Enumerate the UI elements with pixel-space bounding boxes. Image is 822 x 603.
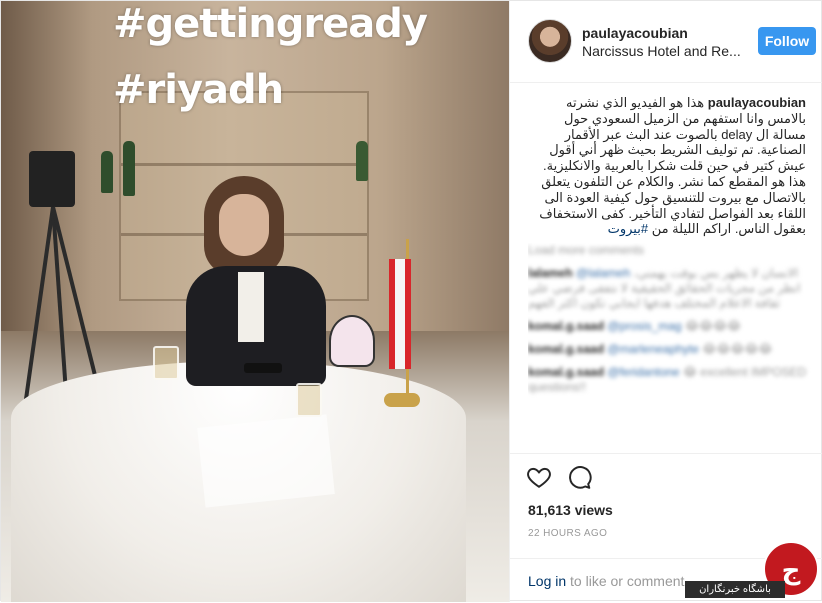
comment-mention[interactable]: @feridantone	[607, 365, 679, 379]
decor-vase	[123, 141, 135, 196]
comments-list: Load more comments lalameh @lalameh الان…	[528, 243, 814, 443]
login-prompt: Log in to like or comment.	[528, 573, 688, 589]
comment-user[interactable]: lalameh	[528, 266, 573, 280]
list-item: komal.g.saad @marleneaphyte 😂😂😂😂😂	[528, 342, 814, 357]
water-glass	[296, 383, 322, 417]
comment-mention[interactable]: @prosis_mag	[607, 319, 681, 333]
post-media[interactable]: #gettingready #riyadh	[1, 1, 509, 602]
story-hashtag-riyadh: #riyadh	[113, 67, 284, 113]
list-item: komal.g.saad @prosis_mag 😂😂😂😂	[528, 319, 814, 334]
avatar[interactable]	[528, 19, 572, 63]
decor-vase	[356, 141, 368, 181]
heart-icon[interactable]	[526, 464, 552, 490]
view-count[interactable]: 81,613 views	[528, 502, 613, 518]
header-location[interactable]: Narcissus Hotel and Re...	[582, 43, 742, 59]
header-username[interactable]: paulayacoubian	[582, 25, 688, 41]
comment-text: 😂😂😂😂	[684, 319, 742, 333]
presenter-figure	[186, 176, 326, 386]
post-header: paulayacoubian Narcissus Hotel and Re...…	[510, 1, 822, 83]
decor-vase	[101, 151, 113, 193]
post-timestamp[interactable]: 22 HOURS AGO	[528, 528, 607, 539]
water-glass	[153, 346, 179, 380]
list-item: komal.g.saad @feridantone 😂 excellent IM…	[528, 365, 814, 395]
post-frame: #gettingready #riyadh paulayacoubian Nar…	[0, 0, 822, 602]
comment-icon[interactable]	[566, 464, 592, 490]
comment-text: 😂😂😂😂😂	[702, 342, 773, 356]
list-item: lalameh @lalameh الانسان لا يظهر بس بوقت…	[528, 266, 814, 311]
post-sidebar: paulayacoubian Narcissus Hotel and Re...…	[509, 1, 822, 602]
caption-username[interactable]: paulayacoubian	[708, 95, 806, 110]
table-hat	[329, 315, 375, 367]
table-papers	[197, 414, 335, 508]
comment-mention[interactable]: @marleneaphyte	[607, 342, 699, 356]
load-more-comments[interactable]: Load more comments	[528, 243, 814, 258]
table-phone	[244, 363, 282, 373]
login-rest: to like or comment.	[566, 573, 689, 589]
caption-text: هذا هو الفيديو الذي نشرته بالامس وانا اس…	[539, 95, 806, 237]
story-hashtag-gettingready: #gettingready	[113, 1, 428, 47]
lebanese-flag	[389, 259, 411, 369]
flag-base	[384, 393, 420, 407]
watermark-label: باشگاه خبرنگاران	[685, 581, 785, 598]
comment-user[interactable]: komal.g.saad	[528, 365, 604, 379]
comment-mention[interactable]: @lalameh	[576, 266, 630, 280]
login-link[interactable]: Log in	[528, 573, 566, 589]
comment-user[interactable]: komal.g.saad	[528, 319, 604, 333]
caption-hashtag[interactable]: #بيروت	[608, 221, 648, 236]
post-caption: paulayacoubian هذا هو الفيديو الذي نشرته…	[528, 95, 806, 237]
comment-user[interactable]: komal.g.saad	[528, 342, 604, 356]
watermark-logo: ج باشگاه خبرنگاران	[685, 541, 821, 599]
follow-button[interactable]: Follow	[758, 27, 816, 55]
